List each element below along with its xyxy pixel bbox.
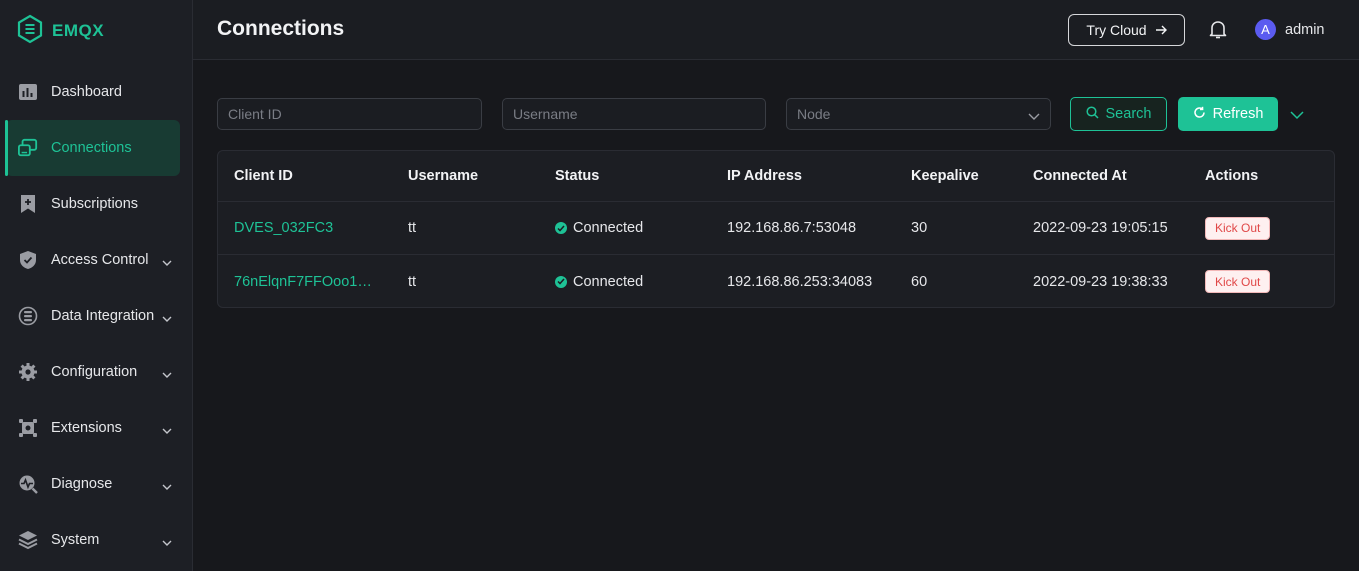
sidebar-item-label: System [51, 532, 100, 548]
chevron-down-icon [162, 534, 172, 552]
column-header: Connected At [1033, 168, 1127, 184]
node-select[interactable]: Node [786, 98, 1051, 130]
column-header: IP Address [727, 168, 802, 184]
sidebar-item-extensions[interactable]: Extensions [6, 400, 180, 456]
subscriptions-icon [18, 194, 38, 214]
avatar: A [1255, 19, 1276, 40]
logo[interactable]: EMQX [16, 14, 105, 49]
connected-at-cell: 2022-09-23 19:38:33 [1033, 273, 1168, 290]
chevron-down-icon [162, 310, 172, 328]
node-select-placeholder: Node [797, 106, 831, 122]
username-input[interactable] [502, 98, 766, 130]
table-row: 76nElqnF7FFOoo1Ixl... tt Connected 192.1… [218, 255, 1334, 307]
connected-at-cell: 2022-09-23 19:05:15 [1033, 220, 1168, 236]
sidebar-item-label: Extensions [51, 420, 122, 436]
refresh-button[interactable]: Refresh [1178, 97, 1278, 131]
keepalive-cell: 60 [911, 273, 928, 290]
dashboard-icon [18, 82, 38, 102]
sidebar-item-subscriptions[interactable]: Subscriptions [6, 176, 180, 232]
sidebar-item-access-control[interactable]: Access Control [6, 232, 180, 288]
table-row: DVES_032FC3 tt Connected 192.168.86.7:53… [218, 202, 1334, 255]
client-id-link[interactable]: 76nElqnF7FFOoo1Ixl... [234, 274, 374, 290]
client-id-link[interactable]: DVES_032FC3 [234, 220, 333, 236]
try-cloud-button[interactable]: Try Cloud [1068, 14, 1185, 46]
refresh-button-label: Refresh [1212, 106, 1264, 122]
sidebar-item-label: Data Integration [51, 308, 155, 324]
connections-table: Client ID Username Status IP Address Kee… [217, 150, 1335, 308]
table-header-row: Client ID Username Status IP Address Kee… [218, 151, 1334, 202]
connections-icon [18, 138, 38, 158]
column-header: Actions [1205, 168, 1259, 184]
sidebar-item-label: Connections [51, 140, 132, 156]
ip-address-cell: 192.168.86.7:53048 [727, 220, 857, 236]
gear-icon [18, 362, 38, 382]
chevron-down-icon [162, 478, 172, 496]
sidebar-item-configuration[interactable]: Configuration [6, 344, 180, 400]
chevron-down-icon [1028, 108, 1040, 124]
username-label: admin [1285, 21, 1325, 38]
data-integration-icon [18, 306, 38, 326]
sidebar-item-label: Diagnose [51, 476, 113, 492]
page-title: Connections [217, 17, 345, 40]
arrow-right-icon [1155, 22, 1167, 38]
ip-address-cell: 192.168.86.253:34083 [727, 273, 873, 290]
search-icon [1085, 105, 1099, 123]
sidebar: EMQX Dashboard Connections Subscriptions… [0, 0, 193, 571]
shield-icon [18, 250, 38, 270]
status-cell: Connected [555, 202, 643, 254]
expand-filters-icon[interactable] [1290, 107, 1304, 125]
brand-name: EMQX [52, 21, 105, 40]
search-button-label: Search [1105, 106, 1152, 122]
sidebar-item-label: Subscriptions [51, 196, 139, 212]
sidebar-item-data-integration[interactable]: Data Integration [6, 288, 180, 344]
chevron-down-icon [162, 254, 172, 272]
extensions-icon [18, 418, 38, 438]
chevron-down-icon [162, 422, 172, 440]
username-cell: tt [408, 220, 417, 236]
try-cloud-label: Try Cloud [1086, 22, 1147, 38]
check-circle-icon [555, 222, 567, 234]
status-text: Connected [573, 273, 644, 290]
sidebar-item-label: Dashboard [51, 84, 122, 100]
sidebar-item-label: Configuration [51, 364, 138, 380]
keepalive-cell: 30 [911, 220, 928, 236]
sidebar-item-connections[interactable]: Connections [5, 120, 180, 176]
user-menu[interactable]: A admin [1255, 19, 1325, 40]
status-cell: Connected [555, 255, 644, 307]
column-header: Username [408, 168, 479, 184]
bell-icon[interactable] [1208, 19, 1228, 45]
column-header: Keepalive [911, 168, 979, 184]
kick-out-button[interactable]: Kick Out [1205, 216, 1271, 240]
status-text: Connected [573, 220, 644, 236]
check-circle-icon [555, 275, 567, 288]
kick-out-button[interactable]: Kick Out [1205, 270, 1271, 293]
top-header: Connections Try Cloud A admin [193, 0, 1359, 60]
client-id-input[interactable] [217, 98, 482, 130]
column-header: Client ID [234, 168, 293, 184]
emqx-logo-icon [16, 14, 44, 49]
system-icon [18, 530, 38, 550]
diagnose-icon [18, 474, 38, 494]
sidebar-item-dashboard[interactable]: Dashboard [6, 64, 180, 120]
chevron-down-icon [162, 366, 172, 384]
username-cell: tt [408, 273, 417, 290]
search-button[interactable]: Search [1070, 97, 1167, 131]
sidebar-item-label: Access Control [51, 252, 149, 268]
column-header: Status [555, 168, 600, 184]
refresh-icon [1193, 106, 1206, 123]
sidebar-item-system[interactable]: System [6, 512, 180, 568]
sidebar-item-diagnose[interactable]: Diagnose [6, 456, 180, 512]
